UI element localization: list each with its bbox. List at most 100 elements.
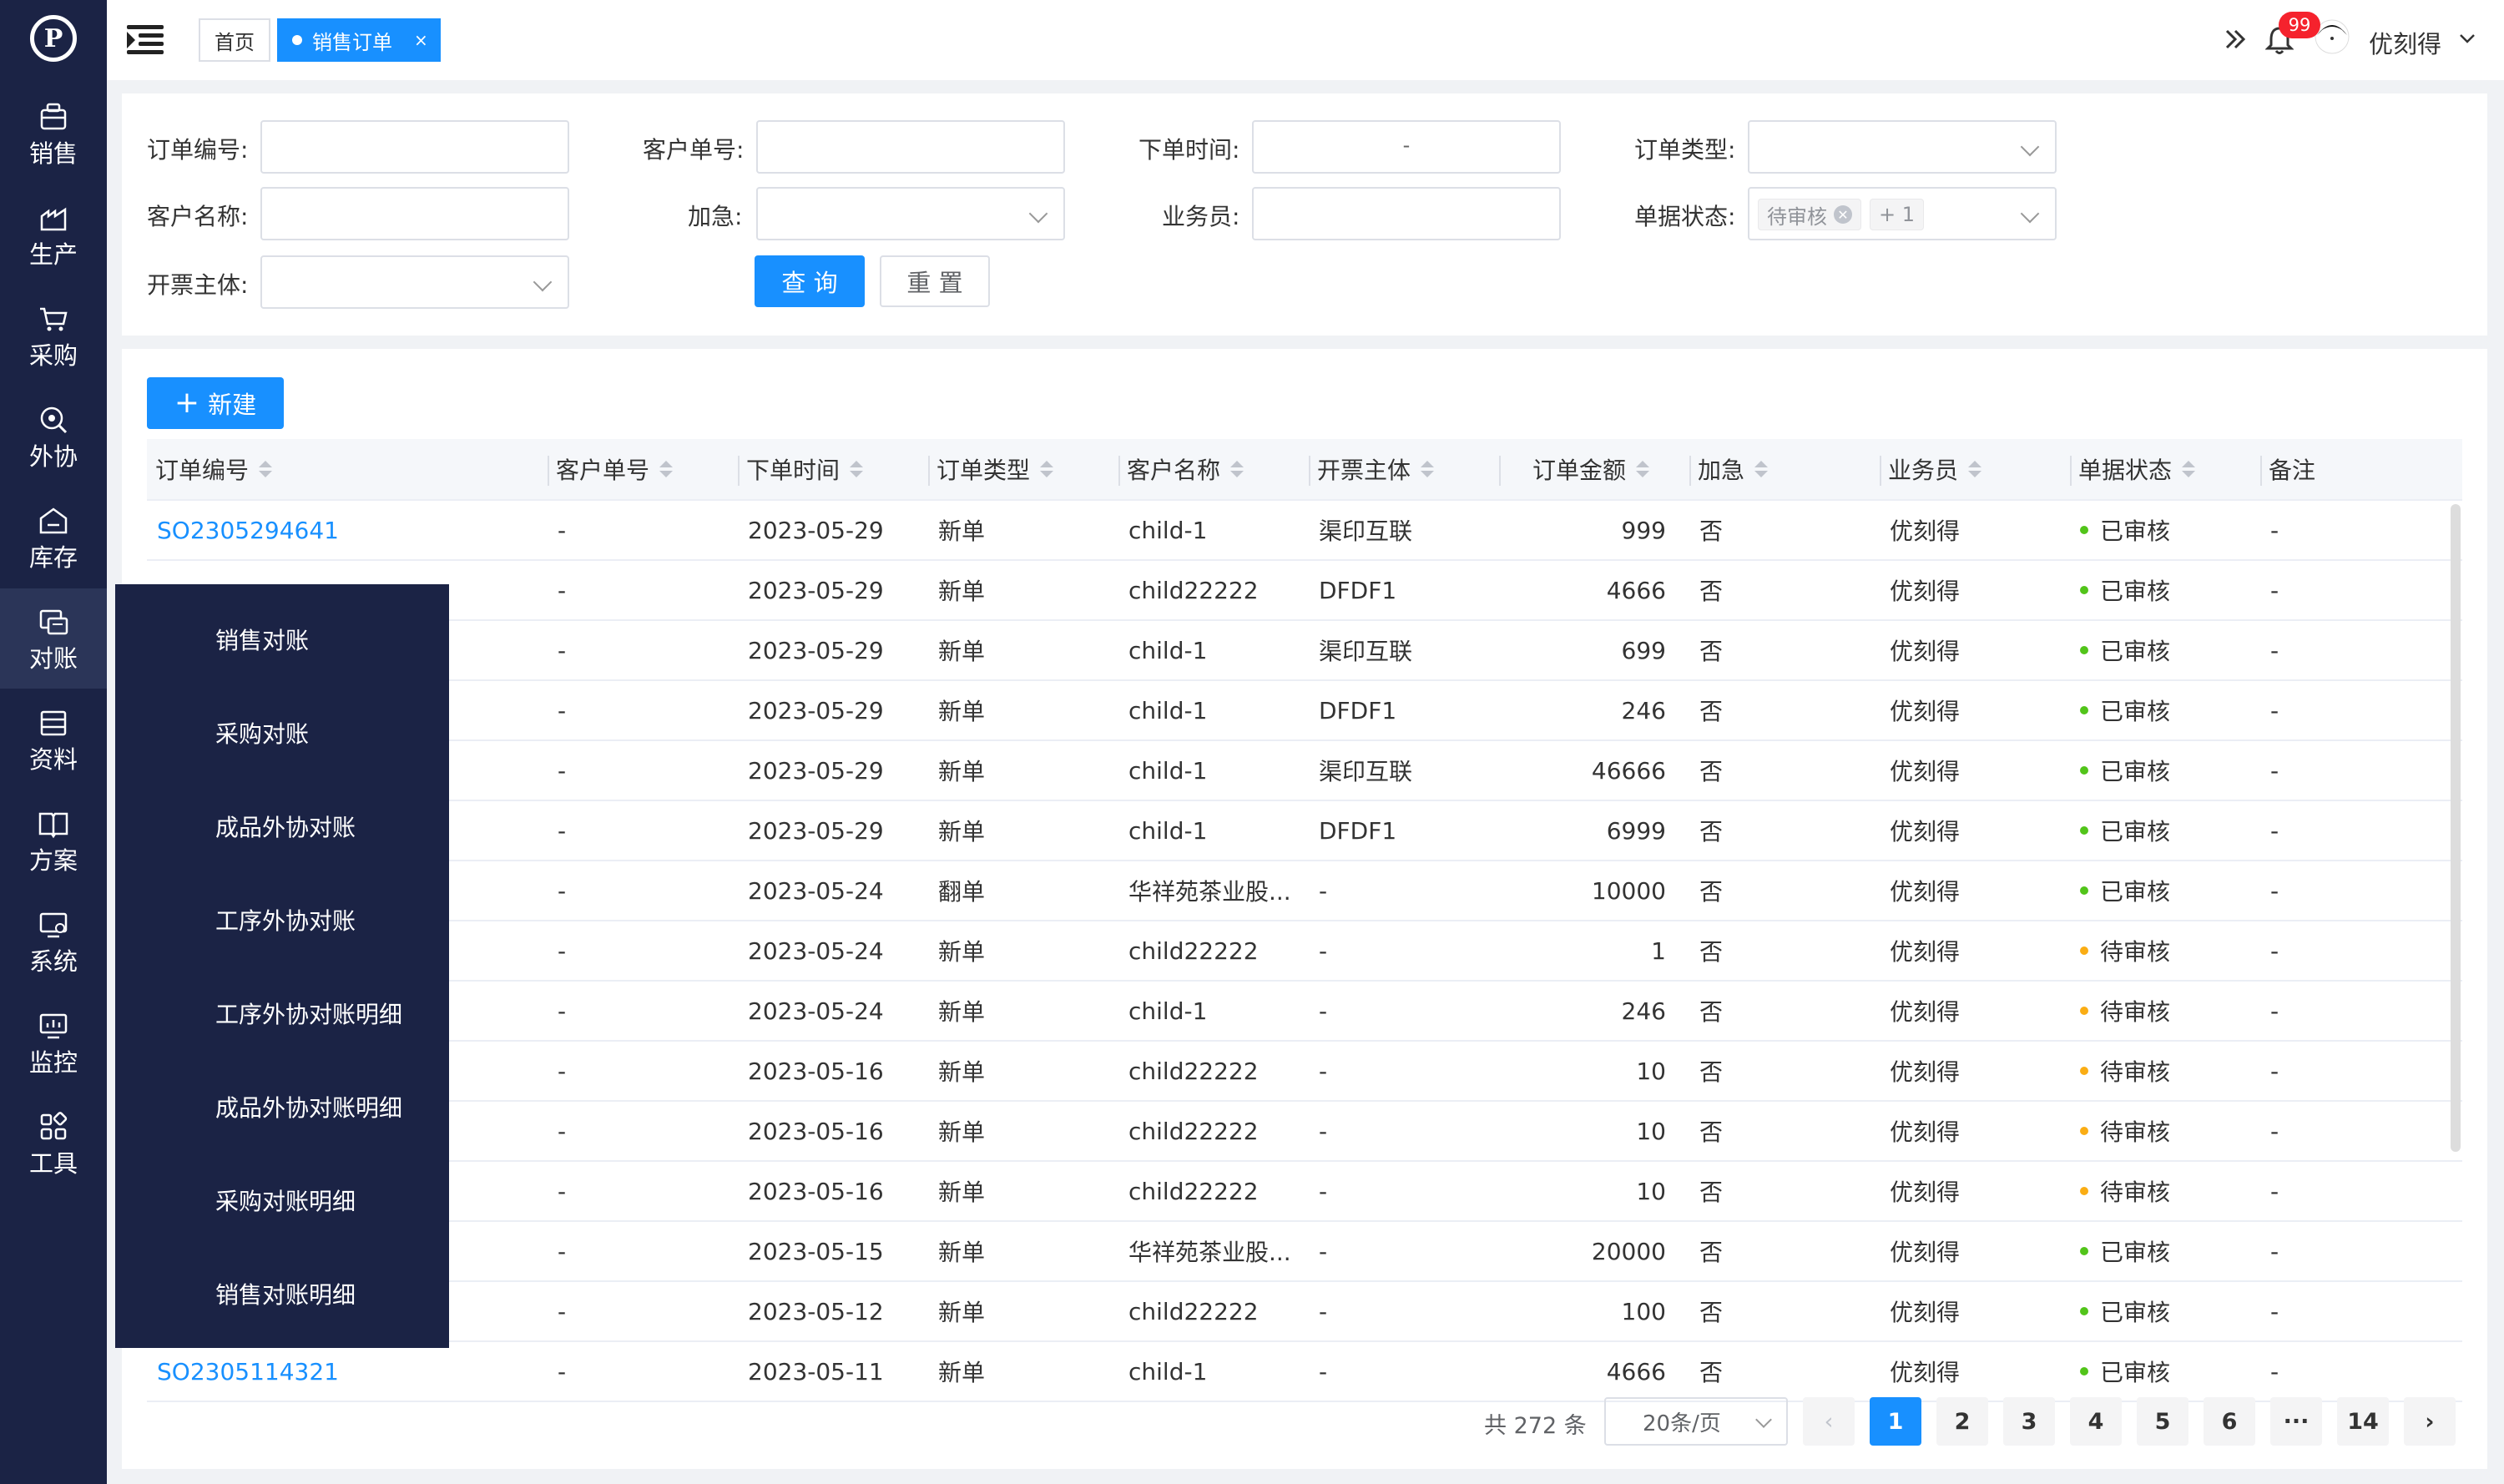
reset-button[interactable]: 重 置: [880, 255, 990, 307]
table-row[interactable]: SO2305114321-2023-05-11 新单 child-1-4666 否优刻…: [147, 1342, 2462, 1402]
column-divider[interactable]: [738, 456, 740, 486]
pagination-page-3[interactable]: 3: [2003, 1397, 2055, 1446]
table-row[interactable]: - 2023-05-15 新单 华祥苑茶业股... - 20000 否 优刻得 已审核 -: [147, 1222, 2462, 1282]
sidebar-item-cart[interactable]: 采购: [0, 285, 107, 386]
column-header-salesman[interactable]: 业务员: [1888, 439, 2062, 499]
column-divider[interactable]: [2070, 456, 2072, 486]
column-header-invoice[interactable]: 开票主体: [1317, 439, 1491, 499]
user-name[interactable]: 优刻得: [2369, 25, 2441, 60]
tab-sales-order[interactable]: 销售订单 ×: [277, 18, 441, 62]
order-time-range[interactable]: -: [1252, 120, 1561, 174]
column-header-order-no[interactable]: 订单编号: [155, 439, 539, 499]
submenu-item[interactable]: 成品外协对账明细: [115, 1060, 449, 1153]
app-logo[interactable]: P: [30, 15, 77, 62]
table-row[interactable]: - 2023-05-24 新单 child-1 - 246 否 优刻得 待审核 -: [147, 982, 2462, 1042]
column-divider[interactable]: [2260, 456, 2262, 486]
submenu-item[interactable]: 采购对账: [115, 686, 449, 780]
column-divider[interactable]: [1309, 456, 1310, 486]
sort-icon[interactable]: [259, 461, 273, 477]
sidebar-item-system[interactable]: 系统: [0, 891, 107, 992]
tag-close-icon[interactable]: ✕: [1834, 205, 1852, 224]
table-row[interactable]: - 2023-05-29 新单 child-1 DFDF1 6999 否 优刻得 已审核 -: [147, 801, 2462, 861]
order-no-link[interactable]: SO2305114321: [157, 1342, 538, 1401]
invoice-entity-select[interactable]: [260, 255, 569, 309]
sort-icon[interactable]: [659, 461, 674, 477]
sidebar-item-monitor[interactable]: 监控: [0, 992, 107, 1093]
column-header-note[interactable]: 备注: [2269, 439, 2454, 499]
table-row[interactable]: -2023-05-24 翻单 华祥苑茶业股... -10000 否优刻得 已审核 -: [147, 861, 2462, 921]
order-type-select[interactable]: [1748, 120, 2057, 174]
submenu-item[interactable]: 销售对账明细: [115, 1247, 449, 1340]
submenu-item[interactable]: 工序外协对账: [115, 873, 449, 967]
tab-close-icon[interactable]: ×: [414, 30, 428, 50]
column-divider[interactable]: [1118, 456, 1120, 486]
pagination-page-6[interactable]: 6: [2204, 1397, 2255, 1446]
urgent-select[interactable]: [756, 187, 1065, 240]
sidebar-item-tools[interactable]: 工具: [0, 1093, 107, 1194]
submenu-item[interactable]: 成品外协对账: [115, 780, 449, 873]
sort-icon[interactable]: [1230, 461, 1244, 477]
sort-icon[interactable]: [1968, 461, 1982, 477]
salesman-input[interactable]: [1252, 187, 1561, 240]
menu-toggle-icon[interactable]: [127, 25, 164, 55]
table-row[interactable]: - 2023-05-29 新单 child22222 DFDF1 4666 否 优刻得 已审核 -: [147, 561, 2462, 621]
order-no-link[interactable]: SO2305294641: [157, 501, 538, 559]
table-row[interactable]: - 2023-05-16 新单 child22222 - 10 否 优刻得 待审核 -: [147, 1102, 2462, 1162]
pagination-page-1[interactable]: 1: [1870, 1397, 1921, 1446]
chevron-down-icon[interactable]: [2459, 33, 2476, 45]
sidebar-item-data[interactable]: 资料: [0, 689, 107, 790]
submenu-item[interactable]: 工序外协对账明细: [115, 967, 449, 1060]
sort-icon[interactable]: [1754, 461, 1769, 477]
table-row[interactable]: - 2023-05-12 新单 child22222 - 100 否 优刻得 已审核 -: [147, 1282, 2462, 1342]
sidebar-item-sales[interactable]: 销售: [0, 83, 107, 184]
sort-icon[interactable]: [1636, 461, 1649, 477]
table-row[interactable]: - 2023-05-29 新单 child-1 渠印互联 699 否 优刻得 已审核 -: [147, 621, 2462, 681]
sort-icon[interactable]: [1040, 461, 1054, 477]
tab-home[interactable]: 首页: [199, 18, 270, 62]
page-size-select[interactable]: 20条/页: [1604, 1397, 1788, 1446]
submenu-item[interactable]: 销售对账: [115, 593, 449, 686]
column-header-date[interactable]: 下单时间: [746, 439, 920, 499]
sort-icon[interactable]: [1421, 461, 1435, 477]
order-no-input[interactable]: [260, 120, 569, 174]
table-scrollbar[interactable]: [2451, 504, 2461, 1152]
new-order-button[interactable]: + 新建: [147, 377, 284, 429]
submenu-item[interactable]: 采购对账明细: [115, 1153, 449, 1247]
sort-icon[interactable]: [2182, 461, 2196, 477]
double-chevron-right-icon[interactable]: [2224, 27, 2247, 52]
column-divider[interactable]: [1689, 456, 1691, 486]
column-header-customer[interactable]: 客户名称: [1127, 439, 1300, 499]
sort-icon[interactable]: [850, 461, 864, 477]
column-header-urgent[interactable]: 加急: [1698, 439, 1871, 499]
table-row[interactable]: - 2023-05-16 新单 child22222 - 10 否 优刻得 待审核 -: [147, 1162, 2462, 1222]
pagination-page-14[interactable]: 14: [2337, 1397, 2389, 1446]
doc-status-select[interactable]: 待审核 ✕ + 1: [1748, 187, 2057, 240]
column-header-type[interactable]: 订单类型: [936, 439, 1110, 499]
pagination-page-2[interactable]: 2: [1936, 1397, 1988, 1446]
query-button[interactable]: 查 询: [755, 255, 865, 307]
pagination-page-5[interactable]: 5: [2137, 1397, 2188, 1446]
column-header-amount[interactable]: 订单金额: [1507, 439, 1681, 499]
column-divider[interactable]: [928, 456, 930, 486]
pagination-page-more[interactable]: ···: [2270, 1397, 2322, 1446]
table-row[interactable]: - 2023-05-24 新单 child22222 - 1 否 优刻得 待审核 -: [147, 921, 2462, 982]
sidebar-item-reconcile[interactable]: 对账: [0, 588, 107, 689]
table-row[interactable]: SO2305294641-2023-05-29 新单 child-1 渠印互联 999 否…: [147, 501, 2462, 561]
column-header-cust-no[interactable]: 客户单号: [556, 439, 729, 499]
pagination-page-4[interactable]: 4: [2070, 1397, 2122, 1446]
table-row[interactable]: - 2023-05-16 新单 child22222 - 10 否 优刻得 待审核 -: [147, 1042, 2462, 1102]
customer-name-input[interactable]: [260, 187, 569, 240]
table-row[interactable]: - 2023-05-29 新单 child-1 渠印互联 46666 否 优刻得 已审核 -: [147, 741, 2462, 801]
sidebar-item-book[interactable]: 方案: [0, 790, 107, 891]
column-divider[interactable]: [1499, 456, 1501, 486]
column-header-status[interactable]: 单据状态: [2078, 439, 2252, 499]
sidebar-item-warehouse[interactable]: 库存: [0, 487, 107, 588]
pagination-prev-button[interactable]: ‹: [1803, 1397, 1855, 1446]
pagination-next-button[interactable]: ›: [2404, 1397, 2456, 1446]
column-divider[interactable]: [548, 456, 549, 486]
sidebar-item-outsource[interactable]: 外协: [0, 386, 107, 487]
sidebar-item-production[interactable]: 生产: [0, 184, 107, 285]
table-row[interactable]: - 2023-05-29 新单 child-1 DFDF1 246 否 优刻得 已审核 -: [147, 681, 2462, 741]
column-divider[interactable]: [1880, 456, 1881, 486]
customer-no-input[interactable]: [756, 120, 1065, 174]
